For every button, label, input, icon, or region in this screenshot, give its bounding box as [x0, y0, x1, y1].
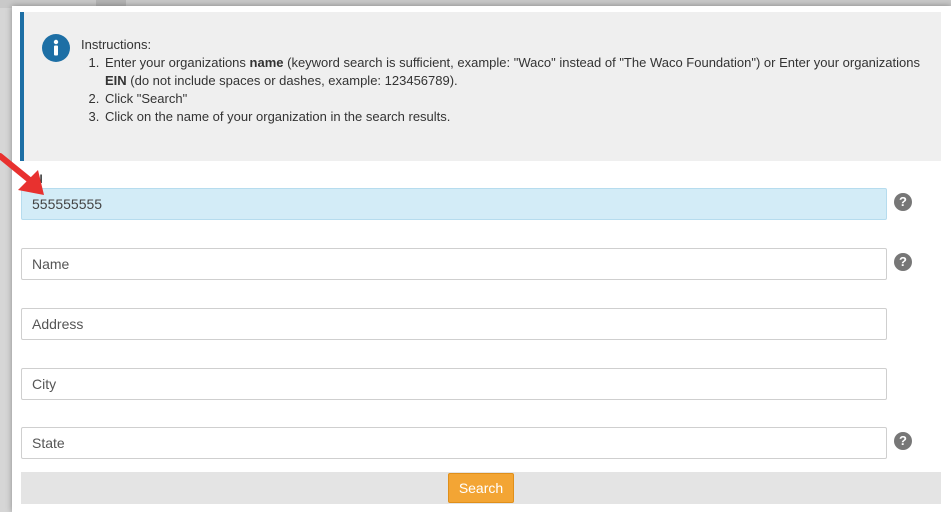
instruction-step-2: Click "Search" — [103, 90, 921, 108]
red-arrow-annotation — [0, 153, 44, 195]
address-field[interactable] — [21, 308, 887, 340]
info-icon — [42, 34, 70, 62]
instructions-heading: Instructions: — [81, 37, 152, 52]
name-field[interactable] — [21, 248, 887, 280]
search-panel: Instructions: Enter your organizations n… — [12, 6, 951, 512]
state-help-icon[interactable]: ? — [894, 432, 912, 450]
city-field[interactable] — [21, 368, 887, 400]
instructions-box: Instructions: Enter your organizations n… — [20, 12, 941, 161]
instructions-text: Instructions: Enter your organizations n… — [81, 36, 921, 126]
instruction-step-3: Click on the name of your organization i… — [103, 108, 921, 126]
ein-field[interactable] — [21, 188, 887, 220]
instructions-list: Enter your organizations name (keyword s… — [81, 54, 921, 126]
state-field[interactable] — [21, 427, 887, 459]
instruction-step-1: Enter your organizations name (keyword s… — [103, 54, 921, 90]
search-button[interactable]: Search — [448, 473, 514, 503]
ein-help-icon[interactable]: ? — [894, 193, 912, 211]
name-help-icon[interactable]: ? — [894, 253, 912, 271]
